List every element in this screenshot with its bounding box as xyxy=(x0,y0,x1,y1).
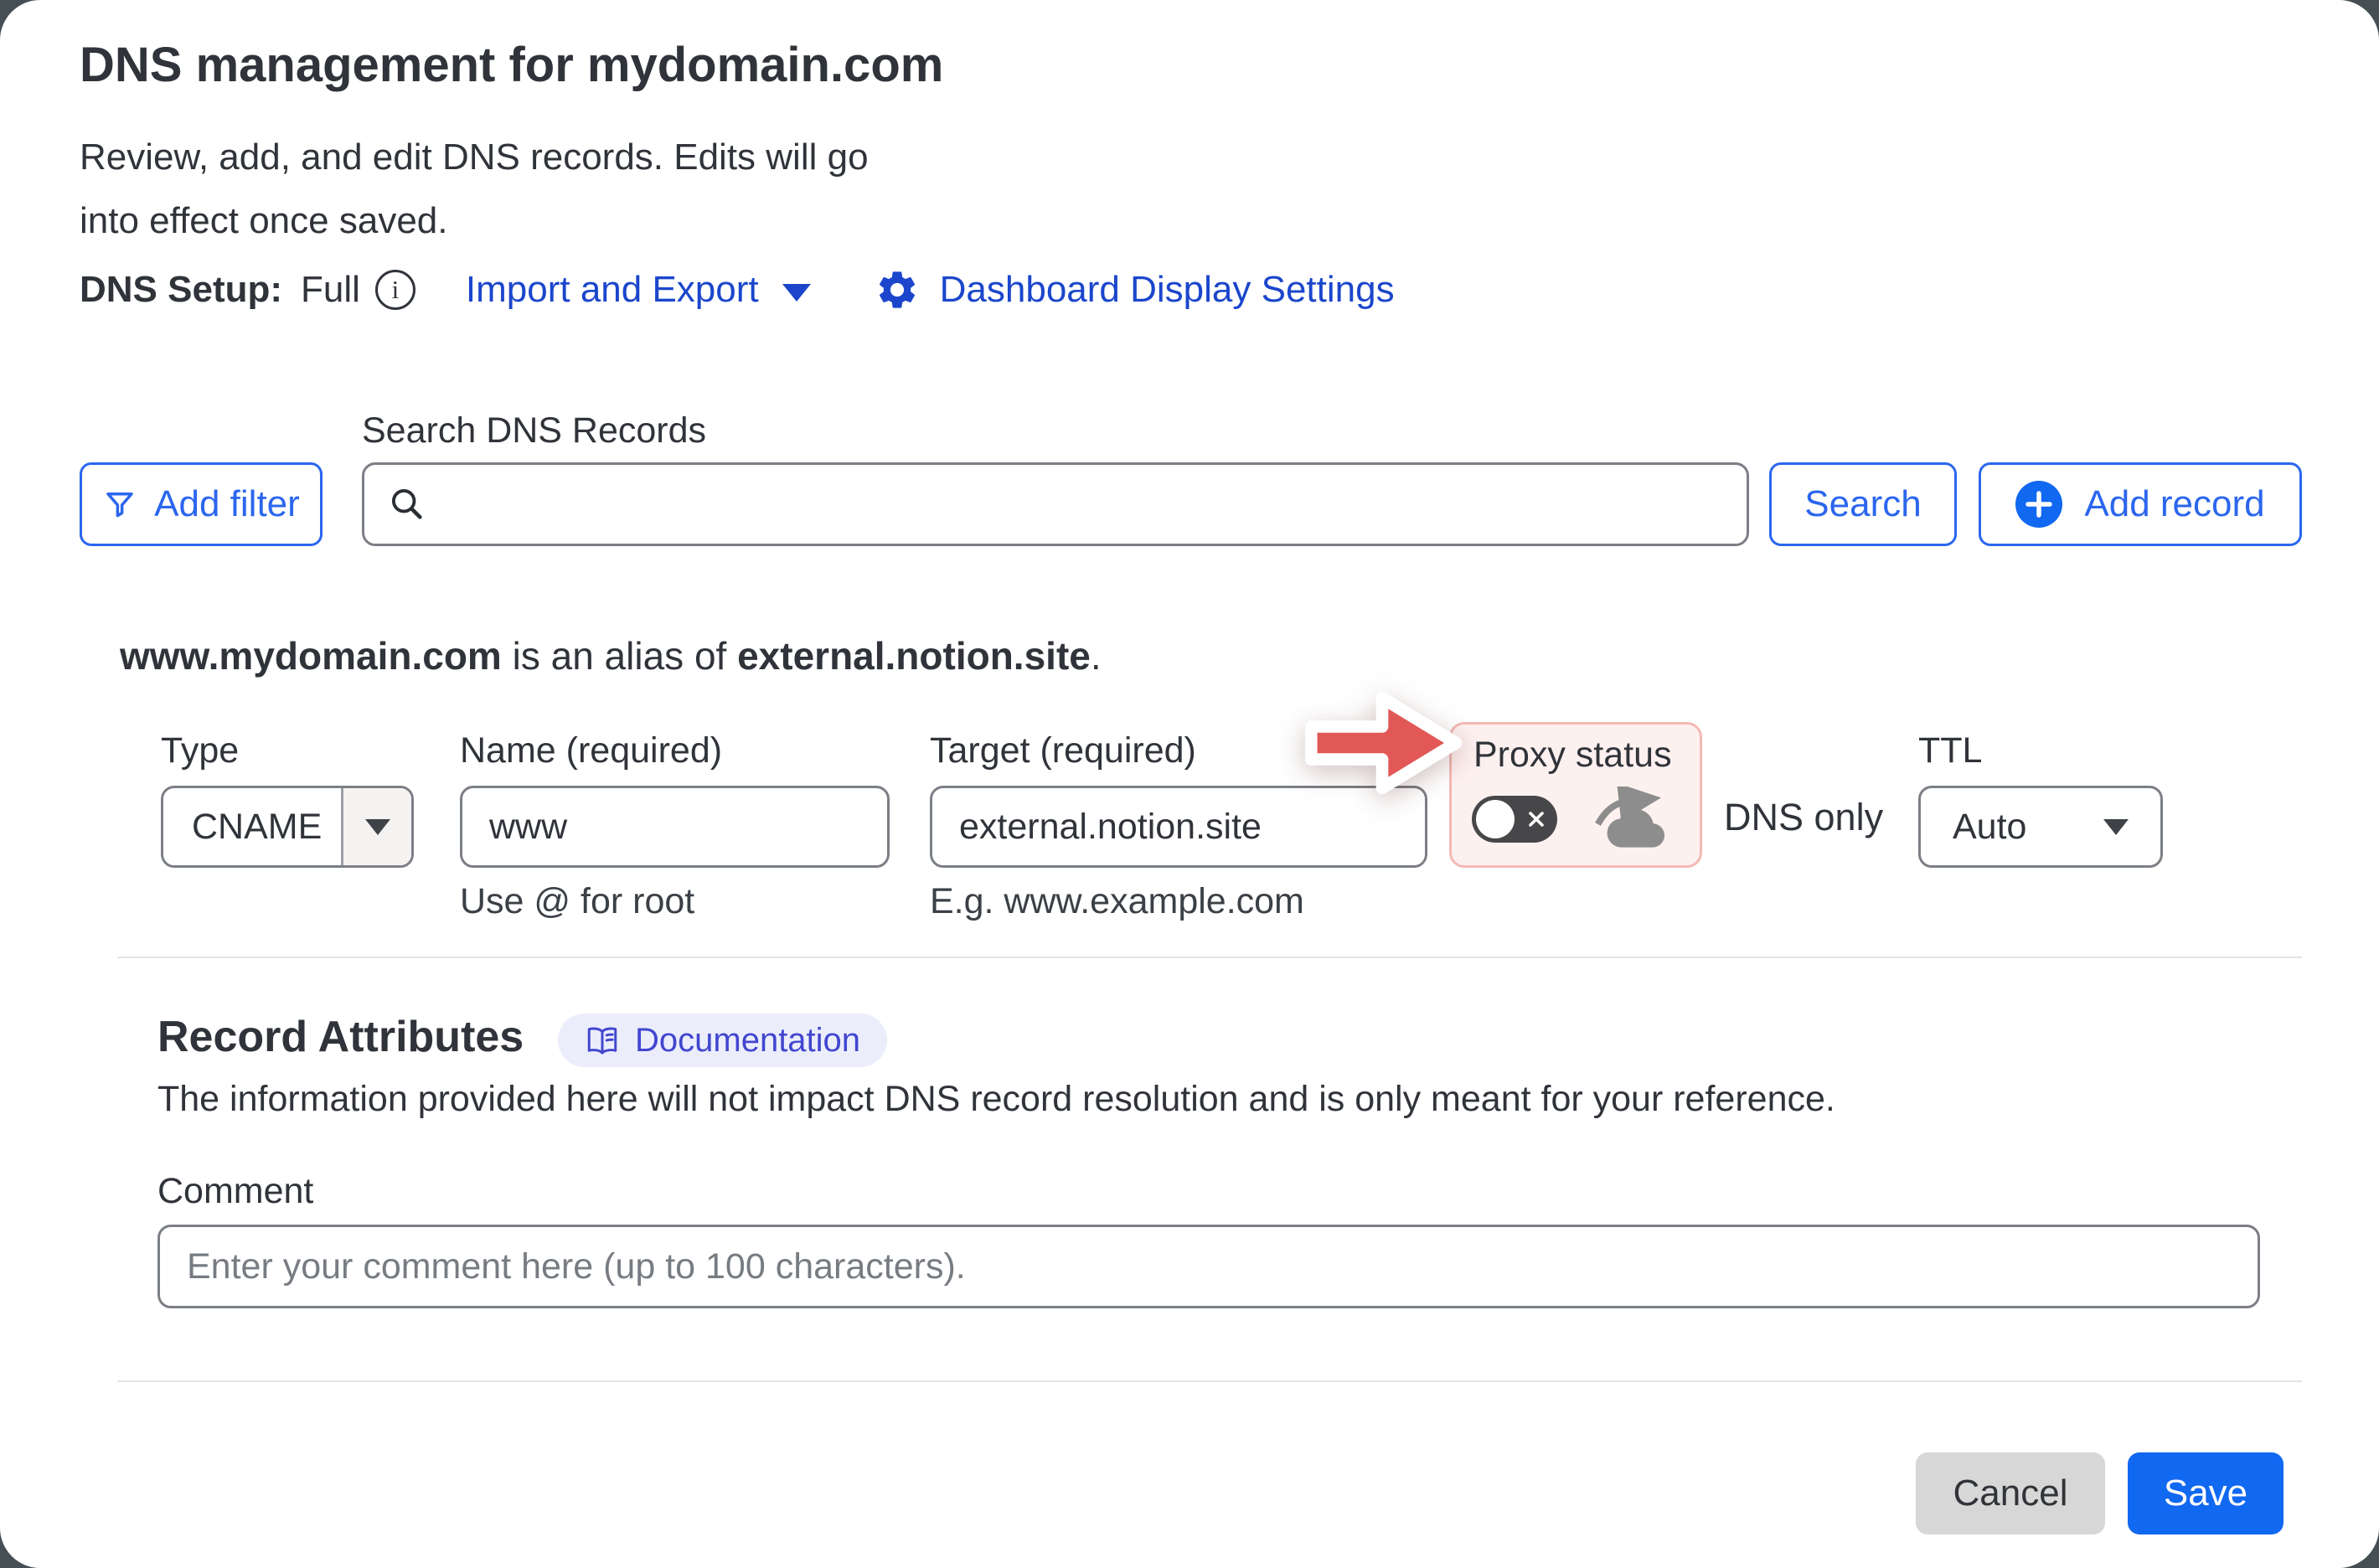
footer-divider xyxy=(117,1380,2302,1382)
dns-setup-label: DNS Setup: xyxy=(80,269,282,311)
alias-source: www.mydomain.com xyxy=(120,634,502,678)
search-button[interactable]: Search xyxy=(1769,462,1957,546)
chevron-down-icon xyxy=(782,284,811,302)
proxy-status-controls xyxy=(1472,787,1669,852)
info-icon[interactable]: i xyxy=(375,270,415,310)
type-label: Type xyxy=(161,730,239,771)
gear-icon xyxy=(875,267,920,312)
alias-summary: www.mydomain.com is an alias of external… xyxy=(120,633,1102,678)
page-subtitle: Review, add, and edit DNS records. Edits… xyxy=(80,126,869,253)
name-hint: Use @ for root xyxy=(460,881,694,922)
type-select-value: CNAME xyxy=(163,788,341,865)
type-select-arrow xyxy=(341,788,411,865)
documentation-link[interactable]: Documentation xyxy=(558,1014,887,1067)
import-and-export-link[interactable]: Import and Export xyxy=(466,269,811,311)
comment-field[interactable] xyxy=(157,1225,2260,1308)
toggle-off-x-icon xyxy=(1525,807,1548,831)
cloud-dns-only-icon xyxy=(1589,787,1669,852)
import-and-export-label: Import and Export xyxy=(466,269,759,311)
comment-label: Comment xyxy=(157,1171,313,1212)
record-attributes-heading: Record Attributes xyxy=(157,1012,524,1062)
page-subtitle-line-1: Review, add, and edit DNS records. Edits… xyxy=(80,126,869,189)
target-label: Target (required) xyxy=(930,730,1196,771)
cancel-button[interactable]: Cancel xyxy=(1916,1452,2105,1534)
caret-down-icon xyxy=(365,819,390,835)
search-input[interactable] xyxy=(441,484,1723,525)
proxy-status-highlight-box: Proxy status xyxy=(1449,722,1702,868)
section-divider xyxy=(117,957,2302,958)
book-icon xyxy=(585,1023,620,1058)
search-dns-records-label: Search DNS Records xyxy=(362,410,706,451)
proxy-toggle-knob xyxy=(1476,800,1515,838)
alias-middle-text: is an alias of xyxy=(502,634,737,678)
target-hint: E.g. www.example.com xyxy=(930,881,1304,922)
page-title-prefix: DNS management for xyxy=(80,38,587,92)
save-button[interactable]: Save xyxy=(2128,1452,2284,1534)
ttl-select-value: Auto xyxy=(1953,807,2026,848)
type-select[interactable]: CNAME xyxy=(161,786,414,868)
record-attributes-description: The information provided here will not i… xyxy=(157,1079,1835,1120)
alias-destination: external.notion.site xyxy=(737,634,1091,678)
dns-management-panel: DNS management for mydomain.com Review, … xyxy=(0,0,2379,1568)
plus-circle-icon xyxy=(2015,481,2062,528)
name-label: Name (required) xyxy=(460,730,722,771)
page-title: DNS management for mydomain.com xyxy=(80,37,943,93)
documentation-label: Documentation xyxy=(635,1022,860,1060)
alias-period: . xyxy=(1091,634,1102,678)
page-subtitle-line-2: into effect once saved. xyxy=(80,189,869,253)
name-field[interactable] xyxy=(460,786,890,868)
dashboard-display-settings-label: Dashboard Display Settings xyxy=(940,269,1395,311)
search-icon xyxy=(388,485,426,524)
add-record-label: Add record xyxy=(2084,483,2264,525)
dns-setup-row: DNS Setup: Full i Import and Export Dash… xyxy=(80,263,1395,317)
caret-down-icon xyxy=(2103,819,2129,835)
ttl-label: TTL xyxy=(1918,730,1982,771)
ttl-select[interactable]: Auto xyxy=(1918,786,2163,868)
proxy-status-label: Proxy status xyxy=(1473,735,1672,776)
filter-icon xyxy=(102,487,137,522)
dns-setup-value: Full xyxy=(301,269,360,311)
proxy-status-text: DNS only xyxy=(1724,796,1883,839)
search-input-container xyxy=(362,462,1749,546)
proxy-toggle[interactable] xyxy=(1472,796,1557,843)
page-title-domain: mydomain.com xyxy=(587,38,943,92)
search-button-label: Search xyxy=(1804,483,1921,525)
dashboard-display-settings-link[interactable]: Dashboard Display Settings xyxy=(875,267,1395,312)
annotation-arrow-icon xyxy=(1292,680,1473,806)
add-record-button[interactable]: Add record xyxy=(1979,462,2302,546)
add-filter-button[interactable]: Add filter xyxy=(80,462,323,546)
add-filter-label: Add filter xyxy=(154,483,300,525)
